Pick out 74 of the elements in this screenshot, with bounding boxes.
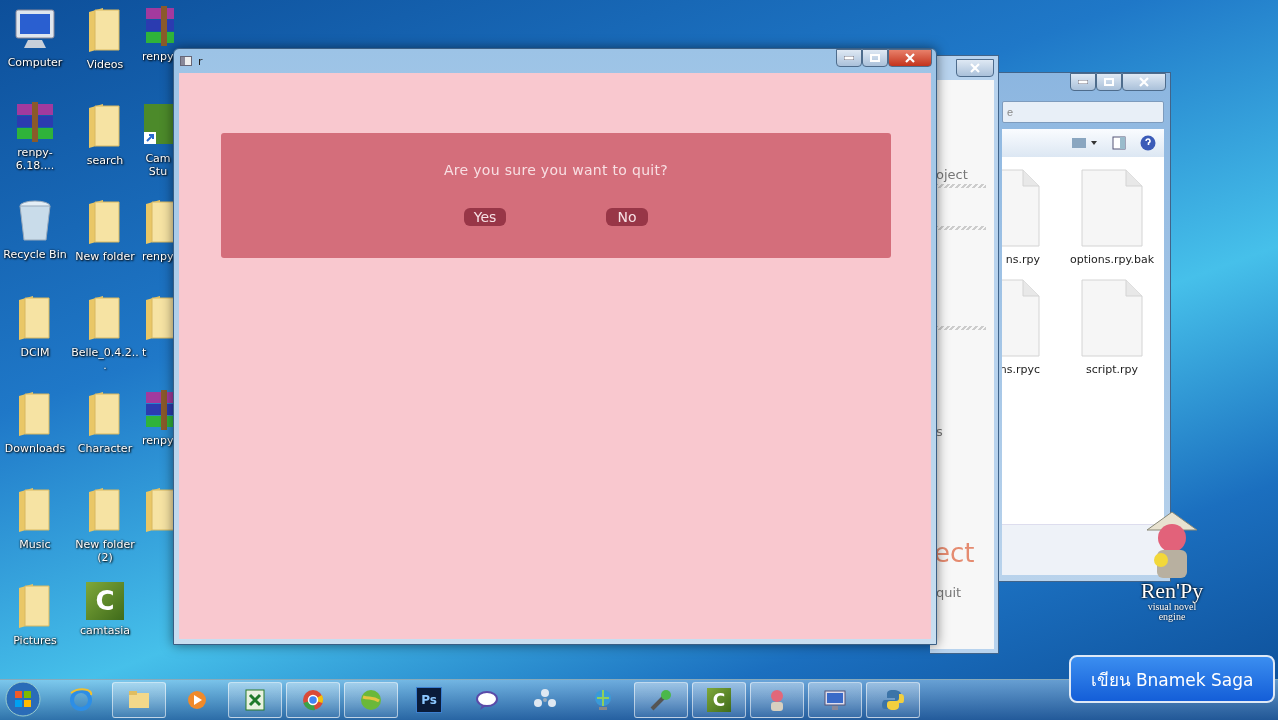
launcher-label: oject (935, 168, 968, 183)
taskbar-button[interactable] (866, 682, 920, 718)
window-icon (180, 56, 192, 66)
section-title: ect (933, 538, 975, 569)
maximize-button[interactable] (862, 49, 888, 67)
icon-label[interactable]: New folder (75, 250, 135, 263)
close-icon (1139, 77, 1149, 87)
icon-label[interactable]: Cam Stu (142, 152, 174, 178)
launcher-label: s (935, 424, 943, 440)
spreadsheet-icon (242, 687, 268, 713)
windows-logo-icon (5, 681, 41, 717)
logo-title: Ren'Py (1140, 580, 1204, 602)
maximize-icon (1104, 78, 1114, 86)
camtasia-icon: C (707, 688, 731, 712)
minimize-icon (844, 56, 854, 60)
browser-e-icon (68, 687, 94, 713)
chrome-icon (300, 687, 326, 713)
close-button[interactable] (956, 59, 994, 77)
taskbar-button[interactable] (286, 682, 340, 718)
taskbar-button[interactable] (112, 682, 166, 718)
caption-badge: เขียน Bnamek Saga (1069, 655, 1275, 703)
maximize-icon (870, 54, 880, 62)
minimize-button[interactable] (1070, 73, 1096, 91)
icon-label[interactable]: Downloads (4, 442, 66, 455)
icon-label[interactable]: search (86, 154, 124, 167)
file-name[interactable]: ns.rpy (1005, 253, 1040, 266)
icon-label[interactable]: renpy (142, 50, 174, 63)
minimize-button[interactable] (836, 49, 862, 67)
icon-label[interactable]: renpy (142, 434, 174, 447)
preview-pane-icon (1112, 136, 1126, 150)
start-button[interactable] (4, 681, 42, 719)
monitor-icon (822, 687, 848, 713)
launcher-label: quit (935, 585, 962, 601)
close-button[interactable] (888, 49, 932, 67)
icon-label[interactable]: Music (19, 538, 51, 551)
close-icon (970, 63, 980, 73)
camtasia-icon: C (86, 582, 124, 620)
file-icon (1081, 279, 1143, 357)
dialog-message: Are you sure you want to quit? (444, 162, 668, 178)
icon-label[interactable]: t (142, 346, 147, 359)
taskbar-button[interactable] (808, 682, 862, 718)
taskbar-button[interactable] (634, 682, 688, 718)
yes-button[interactable]: Yes (464, 208, 506, 226)
view-icon (1072, 137, 1098, 149)
icon-label[interactable]: Recycle Bin (3, 248, 67, 261)
python-icon (880, 687, 906, 713)
no-button[interactable]: No (606, 208, 648, 226)
maximize-button[interactable] (1096, 73, 1122, 91)
taskbar-button[interactable]: C (692, 682, 746, 718)
icon-label[interactable]: DCIM (20, 346, 50, 359)
file-name[interactable]: script.rpy (1085, 363, 1139, 376)
icon-label[interactable]: Character (77, 442, 133, 455)
search-field[interactable]: e (1002, 101, 1164, 123)
taskbar-button[interactable] (750, 682, 804, 718)
help-icon (1140, 135, 1156, 151)
icon-label[interactable]: Videos (86, 58, 124, 71)
photoshop-icon: Ps (416, 687, 442, 713)
taskbar-button[interactable] (344, 682, 398, 718)
icon-label[interactable]: renpy (142, 250, 174, 263)
close-button[interactable] (1122, 73, 1166, 91)
icon-label[interactable]: renpy-6.18.... (1, 146, 69, 172)
close-icon (905, 53, 915, 63)
globe-icon (358, 687, 384, 713)
icon-label[interactable]: Belle_0.4.2... (71, 346, 139, 372)
icon-label[interactable]: Computer (7, 56, 63, 69)
logo-subtitle: visual novel engine (1147, 602, 1197, 622)
file-icon (1081, 169, 1143, 247)
file-name[interactable]: options.rpy.bak (1069, 253, 1154, 266)
window-title: r (198, 54, 204, 68)
wrench-icon (648, 687, 674, 713)
minimize-icon (1078, 80, 1088, 84)
recycle-bin-icon (17, 198, 53, 244)
taskbar-button[interactable] (228, 682, 282, 718)
taskbar-button[interactable]: Ps (402, 682, 456, 718)
